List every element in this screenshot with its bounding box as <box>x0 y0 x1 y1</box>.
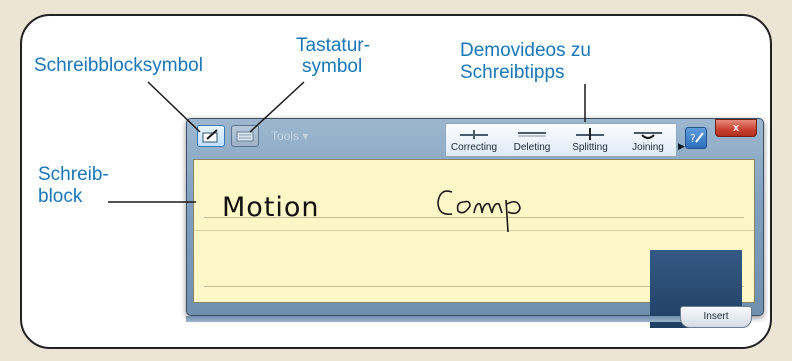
callout-leader-lines <box>108 81 586 203</box>
leader-line-pad-icon <box>147 81 201 133</box>
leader-line-keyboard-icon <box>249 81 305 133</box>
